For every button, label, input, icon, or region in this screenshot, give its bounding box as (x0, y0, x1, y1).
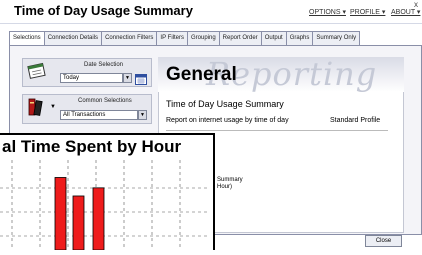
calendar-icon (26, 61, 48, 81)
calendar-picker-icon[interactable] (135, 72, 147, 85)
tab-output[interactable]: Output (260, 31, 287, 45)
tab-selections[interactable]: Selections (9, 31, 45, 46)
common-selections-combo[interactable]: All Transactions (60, 110, 138, 120)
chart-plot (0, 160, 213, 255)
tab-summary-only[interactable]: Summary Only (312, 31, 361, 45)
options-menu[interactable]: OPTIONS ▾ (309, 8, 346, 16)
close-icon[interactable]: x (414, 0, 418, 9)
books-icon (26, 96, 46, 118)
chart-bar (72, 195, 85, 251)
chart-bar (54, 177, 67, 251)
report-fragment-summary: Summary (217, 177, 243, 183)
date-selection-label: Date Selection (84, 62, 124, 68)
chart-bars (54, 177, 105, 251)
report-description: Report on internet usage by time of day (166, 117, 289, 124)
chart-bar (92, 187, 105, 251)
report-heading: General (166, 64, 237, 85)
divider (166, 130, 388, 131)
tab-grouping[interactable]: Grouping (186, 31, 220, 45)
report-profile: Standard Profile (330, 117, 381, 124)
common-selections-label: Common Selections (78, 98, 132, 104)
tab-strip: Selections Connection Details Connection… (9, 31, 361, 46)
tab-connection-filters[interactable]: Connection Filters (101, 31, 158, 45)
date-selection-combo[interactable]: Today (60, 73, 123, 83)
chart-grid (0, 160, 210, 250)
report-fragment-hour: Hour) (217, 184, 233, 190)
tab-graphs[interactable]: Graphs (285, 31, 314, 45)
chart-title: al Time Spent by Hour (2, 137, 182, 156)
tab-ip-filters[interactable]: IP Filters (156, 31, 188, 45)
window-title: Time of Day Usage Summary (14, 3, 193, 18)
chevron-down-icon[interactable]: ▼ (123, 73, 132, 83)
chevron-down-icon[interactable]: ▼ (138, 110, 147, 120)
close-button[interactable]: Close (365, 235, 402, 247)
tab-report-order[interactable]: Report Order (218, 31, 262, 45)
chevron-down-icon[interactable]: ▼ (50, 104, 56, 110)
about-menu[interactable]: ABOUT ▾ (391, 8, 420, 16)
report-title: Time of Day Usage Summary (166, 99, 284, 109)
profile-menu[interactable]: PROFILE ▾ (350, 8, 385, 16)
tab-connection-details[interactable]: Connection Details (43, 31, 103, 45)
chart-svg (0, 160, 210, 251)
